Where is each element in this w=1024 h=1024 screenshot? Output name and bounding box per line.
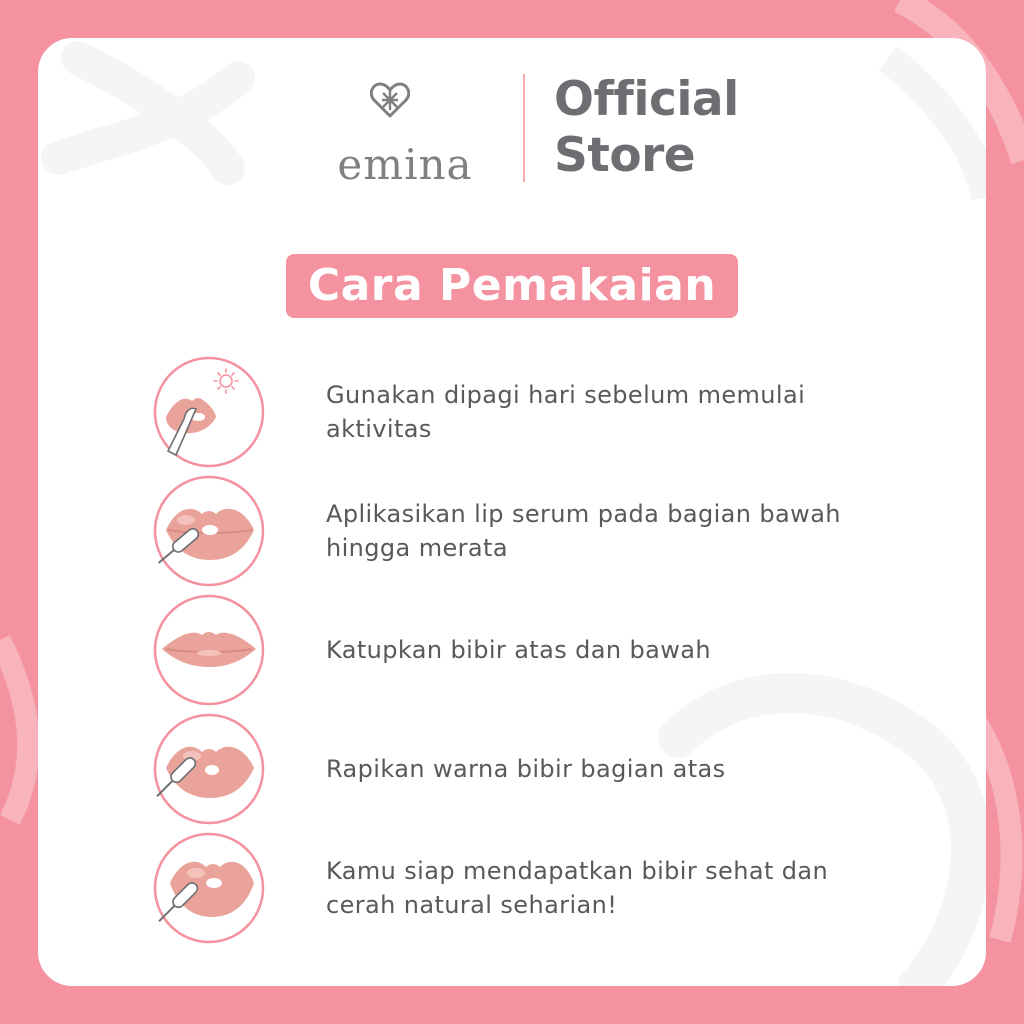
lips-applicator-icon — [153, 832, 265, 944]
closed-lips-icon — [153, 594, 265, 706]
step-item: Aplikasikan lip serum pada bagian bawah … — [152, 474, 952, 588]
step-text: Rapikan warna bibir bagian atas — [326, 755, 726, 783]
content-card: emina Official Store Cara Pemakaian Guna… — [38, 38, 986, 986]
step-item: Gunakan dipagi hari sebelum memulai akti… — [152, 355, 952, 469]
step-text: Katupkan bibir atas dan bawah — [326, 636, 712, 664]
step-text: Aplikasikan lip serum pada bagian bawah … — [326, 500, 841, 562]
lips-applicator-icon — [153, 713, 265, 825]
lips-sun-icon — [153, 356, 265, 468]
step-item: Rapikan warna bibir bagian atas — [152, 712, 952, 826]
step-item: Kamu siap mendapatkan bibir sehat dan ce… — [152, 831, 952, 945]
step-item: Katupkan bibir atas dan bawah — [152, 593, 952, 707]
step-text: Gunakan dipagi hari sebelum memulai akti… — [326, 381, 806, 443]
step-text: Kamu siap mendapatkan bibir sehat dan ce… — [326, 857, 829, 919]
steps-list: Gunakan dipagi hari sebelum memulai akti… — [38, 38, 986, 986]
lips-applicator-icon — [153, 475, 265, 587]
